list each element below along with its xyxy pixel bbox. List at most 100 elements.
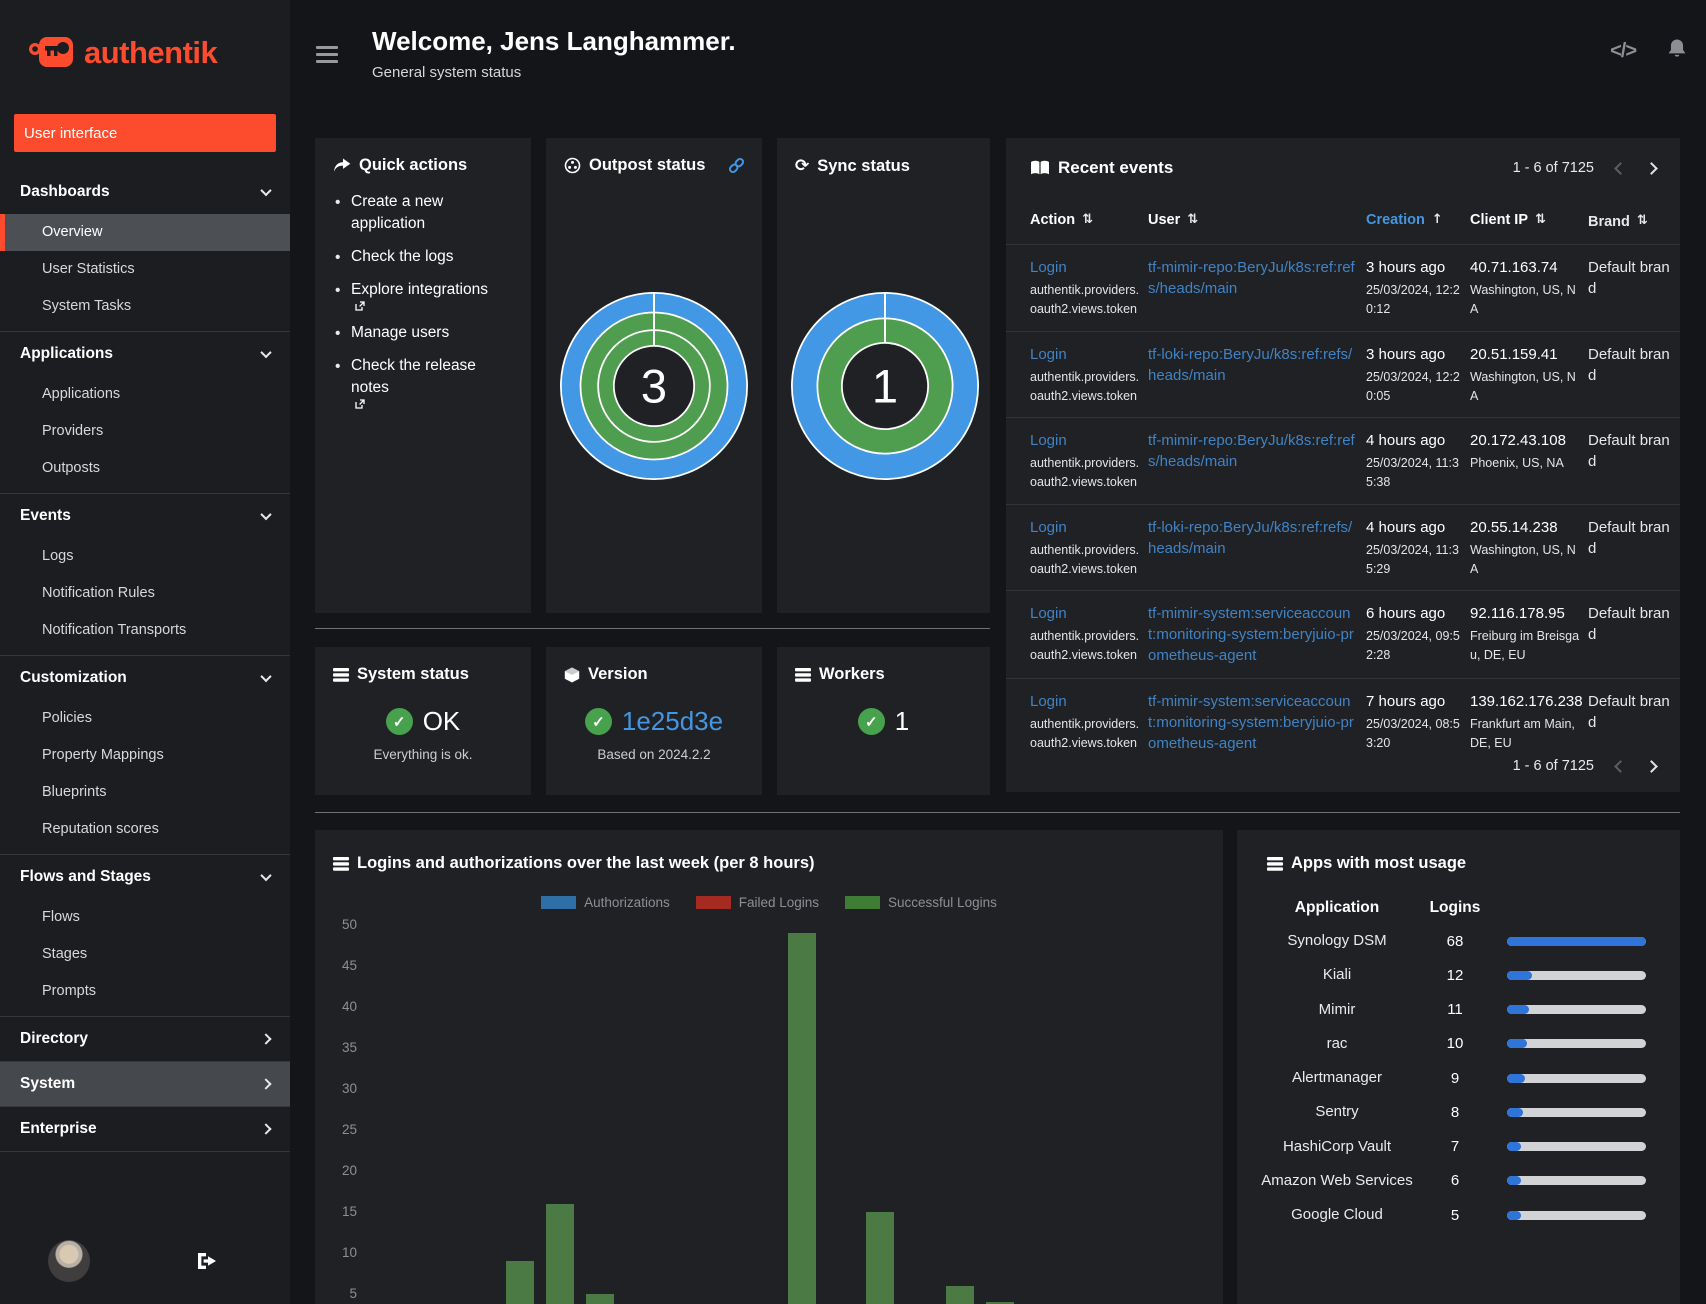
link-icon[interactable]	[727, 156, 746, 175]
sidebar-section-label: Applications	[20, 345, 114, 362]
server-icon	[333, 856, 349, 871]
sidebar-item-blueprints[interactable]: Blueprints	[0, 774, 290, 811]
legend-label: Failed Logins	[738, 895, 820, 910]
event-time-absolute: 25/03/2024, 12:20:05	[1366, 369, 1460, 403]
sidebar-item-enterprise[interactable]: Enterprise	[0, 1107, 290, 1151]
sidebar-item-property-mappings[interactable]: Property Mappings	[0, 737, 290, 774]
event-action-link[interactable]: Login	[1030, 603, 1067, 624]
event-user-link[interactable]: tf-loki-repo:BeryJu/k8s:ref:refs/heads/m…	[1148, 344, 1356, 386]
pagination-next-icon[interactable]	[1645, 759, 1658, 773]
quick-action-link-create-a-new-application[interactable]: Create a new application	[351, 193, 443, 232]
sidebar-item-events[interactable]: Events	[0, 494, 290, 538]
pagination-next-icon[interactable]	[1645, 161, 1658, 175]
sidebar-item-directory[interactable]: Directory	[0, 1017, 290, 1061]
column-header-creation[interactable]: Creation ↑	[1366, 212, 1462, 228]
recent-events-panel: Recent events 1 - 6 of 7125 Action ⇅ User ⇅…	[1006, 138, 1680, 792]
sidebar-item-system-tasks[interactable]: System Tasks	[0, 288, 290, 325]
bundle-icon	[564, 667, 580, 682]
sidebar-section-applications: Applications Applications Providers Outpost…	[0, 332, 290, 494]
sidebar-item-logs[interactable]: Logs	[0, 538, 290, 575]
event-action-link[interactable]: Login	[1030, 691, 1067, 712]
event-time-absolute: 25/03/2024, 11:35:38	[1366, 456, 1459, 490]
avatar[interactable]	[48, 1240, 90, 1282]
sidebar-section-events: Events Logs Notification Rules Notification…	[0, 494, 290, 656]
event-app: authentik.​providers.​oauth2.​views.​tok…	[1030, 629, 1140, 663]
column-header-user[interactable]: User ⇅	[1148, 212, 1356, 228]
version-value-link[interactable]: 1e25d3e	[622, 706, 723, 737]
y-axis-tick: 45	[341, 958, 357, 973]
event-time-relative: 3 hours ago	[1366, 345, 1446, 363]
sidebar-item-notification-transports[interactable]: Notification Transports	[0, 612, 290, 649]
event-time-absolute: 25/03/2024, 08:53:20	[1366, 717, 1460, 751]
app-name: Sentry	[1315, 1103, 1359, 1121]
sidebar-section-label: Directory	[20, 1030, 89, 1047]
event-action-link[interactable]: Login	[1030, 430, 1067, 451]
column-label: User	[1148, 212, 1181, 228]
pagination-prev-icon[interactable]	[1614, 759, 1627, 773]
sidebar-section-system: System	[0, 1062, 290, 1107]
sidebar-item-flows[interactable]: Flows	[0, 899, 290, 936]
check-circle-icon: ✓	[584, 708, 612, 735]
legend-item-failed-logins[interactable]: Failed Logins	[695, 895, 820, 910]
sidebar-item-overview[interactable]: Overview	[0, 214, 290, 251]
quick-action-link-manage-users[interactable]: Manage users	[351, 324, 449, 341]
sidebar-section-label: Events	[20, 507, 71, 524]
column-header-action[interactable]: Action ⇅	[1030, 212, 1142, 228]
sidebar-item-flows-and-stages[interactable]: Flows and Stages	[0, 855, 290, 899]
sidebar-item-reputation-scores[interactable]: Reputation scores	[0, 811, 290, 848]
sidebar-item-applications[interactable]: Applications	[0, 332, 290, 376]
event-user-link[interactable]: tf-mimir-repo:BeryJu/k8s:ref:refs/heads/…	[1148, 257, 1356, 299]
quick-action-link-explore-integrations[interactable]: Explore integrations	[351, 281, 513, 311]
external-link-icon	[355, 301, 365, 311]
column-header-brand[interactable]: Brand ⇅	[1588, 212, 1676, 232]
event-time-relative: 4 hours ago	[1366, 518, 1446, 536]
app-login-count: 9	[1450, 1069, 1460, 1087]
event-geo: Frankfurt am Main, DE, EU	[1470, 717, 1575, 751]
app-login-count: 10	[1446, 1035, 1464, 1053]
sidebar-item-notification-rules[interactable]: Notification Rules	[0, 575, 290, 612]
version-title: Version	[588, 665, 648, 683]
chevron-right-icon	[260, 1123, 272, 1135]
event-user-link[interactable]: tf-mimir-system:serviceaccount:monitorin…	[1148, 603, 1356, 666]
app-name: rac	[1326, 1034, 1348, 1052]
api-code-icon[interactable]: </>	[1610, 40, 1637, 63]
event-geo: Freiburg im Breisgau, DE, EU	[1470, 629, 1580, 663]
sidebar-item-stages[interactable]: Stages	[0, 936, 290, 973]
event-user-link[interactable]: tf-loki-repo:BeryJu/k8s:ref:refs/heads/m…	[1148, 517, 1356, 559]
user-interface-button[interactable]: User interface	[14, 114, 276, 152]
event-action-link[interactable]: Login	[1030, 344, 1067, 365]
event-brand: Default brand	[1588, 259, 1670, 298]
event-user-link[interactable]: tf-mimir-repo:BeryJu/k8s:ref:refs/heads/…	[1148, 430, 1356, 472]
chart-title: Logins and authorizations over the last …	[357, 854, 815, 872]
sign-out-icon[interactable]	[195, 1251, 219, 1271]
event-user-link[interactable]: tf-mimir-system:serviceaccount:monitorin…	[1148, 691, 1356, 754]
app-usage-row: Sentry 8	[1237, 1102, 1680, 1122]
notifications-bell-icon[interactable]	[1664, 36, 1690, 62]
sidebar-item-providers[interactable]: Providers	[0, 413, 290, 450]
pagination-bottom: 1 - 6 of 7125	[1513, 758, 1658, 774]
sidebar-item-customization[interactable]: Customization	[0, 656, 290, 700]
app-usage-bar	[1507, 1005, 1646, 1015]
legend-item-authorizations[interactable]: Authorizations	[541, 895, 670, 910]
sort-icon: ⇅	[1187, 212, 1199, 227]
apps-usage-title: Apps with most usage	[1291, 854, 1467, 872]
quick-action-link-check-the-release-notes[interactable]: Check the release notes	[351, 357, 513, 409]
sidebar-item-applications[interactable]: Applications	[0, 376, 290, 413]
sidebar-item-dashboards[interactable]: Dashboards	[0, 170, 290, 214]
pagination-prev-icon[interactable]	[1614, 161, 1627, 175]
sidebar-item-policies[interactable]: Policies	[0, 700, 290, 737]
column-header-client-ip[interactable]: Client IP ⇅	[1470, 212, 1580, 228]
sidebar-item-outposts[interactable]: Outposts	[0, 450, 290, 487]
event-action-link[interactable]: Login	[1030, 517, 1067, 538]
sidebar-item-user-statistics[interactable]: User Statistics	[0, 251, 290, 288]
sidebar-item-system[interactable]: System	[0, 1062, 290, 1106]
legend-item-successful-logins[interactable]: Successful Logins	[845, 895, 997, 910]
sidebar-item-prompts[interactable]: Prompts	[0, 973, 290, 1010]
authentik-key-icon	[28, 37, 73, 67]
event-action-link[interactable]: Login	[1030, 257, 1067, 278]
quick-action-link-check-the-logs[interactable]: Check the logs	[351, 248, 454, 265]
legend-swatch	[695, 896, 731, 909]
apps-usage-panel: Apps with most usage Application Logins …	[1237, 830, 1680, 1304]
event-brand: Default brand	[1588, 518, 1670, 557]
hamburger-menu-icon[interactable]	[316, 46, 338, 67]
